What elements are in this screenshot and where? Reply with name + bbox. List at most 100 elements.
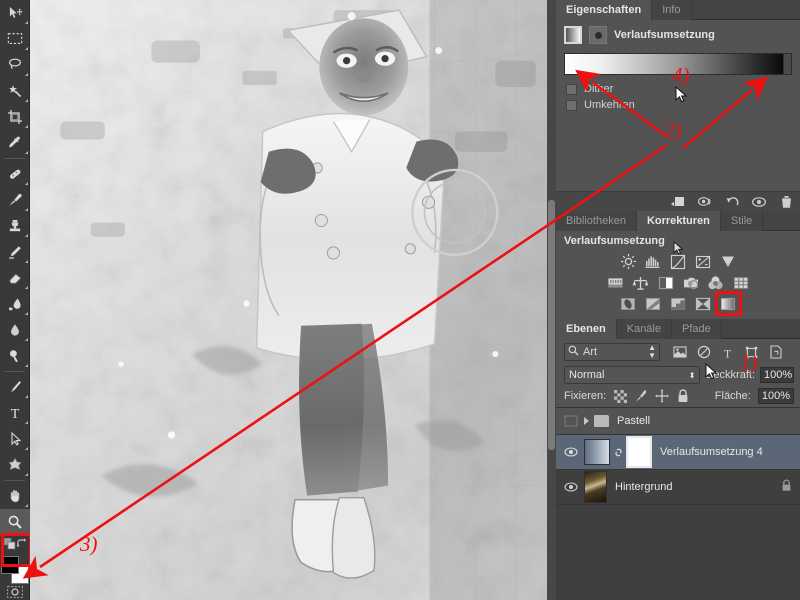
- exposure-icon[interactable]: [693, 252, 714, 271]
- umkehren-row[interactable]: Umkehren: [556, 97, 800, 113]
- layer-mask-thumbnail[interactable]: [626, 436, 652, 468]
- tool-more-corner: [25, 47, 28, 50]
- dither-row[interactable]: Dither: [556, 81, 800, 97]
- tab-eigenschaften[interactable]: Eigenschaften: [556, 0, 653, 20]
- pen-tool[interactable]: [0, 374, 30, 400]
- channel-mixer-icon[interactable]: [705, 273, 726, 292]
- photo-filter-icon[interactable]: [680, 273, 701, 292]
- threshold-icon[interactable]: [668, 294, 689, 313]
- blend-mode-row: Normal ⬍ Deckkraft: 100%: [556, 364, 800, 386]
- clone-stamp-tool[interactable]: [0, 213, 30, 239]
- invert-icon[interactable]: [618, 294, 639, 313]
- tab-pfade[interactable]: Pfade: [672, 319, 722, 339]
- lock-image-pixels-icon[interactable]: [634, 389, 648, 403]
- lock-transparency-icon[interactable]: [613, 389, 627, 403]
- move-tool[interactable]: [0, 0, 30, 26]
- pixel-layer-filter-icon[interactable]: [672, 345, 687, 360]
- adjustment-row-2: [556, 272, 800, 293]
- document-canvas[interactable]: [30, 0, 556, 600]
- preset-dropdown-icon[interactable]: [589, 26, 607, 44]
- adjustment-layer-filter-icon[interactable]: [696, 345, 711, 360]
- gradient-preview-bar[interactable]: [564, 53, 792, 75]
- dodge-tool[interactable]: [0, 343, 30, 369]
- toolbar-divider: [4, 480, 25, 481]
- brightness-contrast-icon[interactable]: [618, 252, 639, 271]
- magic-wand-tool[interactable]: [0, 78, 30, 104]
- layer-thumbnail[interactable]: [584, 471, 607, 503]
- foreground-background-color-swatches[interactable]: [1, 556, 29, 584]
- black-white-icon[interactable]: [655, 273, 676, 292]
- visibility-eye-icon[interactable]: [751, 194, 767, 210]
- tab-bibliotheken[interactable]: Bibliotheken: [556, 211, 637, 231]
- zoom-tool[interactable]: [0, 509, 30, 535]
- lock-all-icon[interactable]: [676, 389, 690, 403]
- tab-stile[interactable]: Stile: [720, 211, 764, 231]
- eraser-tool[interactable]: [0, 265, 30, 291]
- foreground-color-swatch[interactable]: [1, 556, 19, 574]
- color-balance-icon[interactable]: [630, 273, 651, 292]
- group-expand-triangle-icon[interactable]: [584, 417, 589, 425]
- shape-layer-filter-icon[interactable]: [744, 345, 759, 360]
- path-selection-tool[interactable]: [0, 426, 30, 452]
- svg-text:T: T: [11, 407, 20, 421]
- selective-color-icon[interactable]: [693, 294, 714, 313]
- posterize-icon[interactable]: [643, 294, 664, 313]
- toggle-previous-state-icon[interactable]: [697, 194, 713, 210]
- blend-mode-select[interactable]: Normal ⬍: [564, 366, 701, 384]
- lasso-tool[interactable]: [0, 52, 30, 78]
- shape-tool[interactable]: [0, 452, 30, 478]
- layer-filter-value: Art: [583, 346, 598, 358]
- layer-filter-type-select[interactable]: Art ▲ ▼: [564, 343, 660, 361]
- tab-info[interactable]: Info: [652, 0, 692, 20]
- umkehren-checkbox[interactable]: [566, 99, 577, 111]
- layers-tabbar: Ebenen Kanäle Pfade: [556, 319, 800, 339]
- right-panel-stack: Eigenschaften Info Verlaufsumsetzung Dit…: [556, 0, 800, 600]
- smart-object-filter-icon[interactable]: [768, 345, 783, 360]
- lock-position-icon[interactable]: [655, 389, 669, 403]
- curves-icon[interactable]: [668, 252, 689, 271]
- layer-row-verlaufsumsetzung-4[interactable]: Verlaufsumsetzung 4: [556, 435, 800, 470]
- history-brush-tool[interactable]: [0, 239, 30, 265]
- tool-more-corner: [25, 182, 28, 185]
- tool-more-corner: [25, 21, 28, 24]
- clip-to-layer-icon[interactable]: [670, 194, 686, 210]
- layer-row-pastell[interactable]: Pastell: [556, 408, 800, 435]
- layer-visibility-toggle[interactable]: [558, 446, 584, 458]
- marquee-tool[interactable]: [0, 26, 30, 52]
- color-lookup-icon[interactable]: [730, 273, 751, 292]
- eyedropper-tool[interactable]: [0, 130, 30, 156]
- gradient-tool[interactable]: [0, 291, 30, 317]
- fill-value[interactable]: 100%: [757, 388, 794, 404]
- tab-korrekturen[interactable]: Korrekturen: [636, 211, 721, 231]
- opacity-value[interactable]: 100%: [760, 367, 794, 383]
- delete-trash-icon[interactable]: [778, 194, 794, 210]
- levels-icon[interactable]: [643, 252, 664, 271]
- gradient-map-property-icon[interactable]: [564, 26, 582, 44]
- crop-tool[interactable]: [0, 104, 30, 130]
- dither-checkbox[interactable]: [566, 83, 577, 95]
- canvas-vertical-scrollbar[interactable]: [547, 0, 556, 600]
- hue-saturation-icon[interactable]: [605, 273, 626, 292]
- gradient-map-adjustment-icon[interactable]: [714, 291, 742, 316]
- tab-ebenen[interactable]: Ebenen: [556, 319, 617, 339]
- tool-more-corner: [25, 338, 28, 341]
- type-layer-filter-icon[interactable]: T: [720, 345, 735, 360]
- swap-colors-icon[interactable]: [16, 538, 28, 553]
- scrollbar-thumb[interactable]: [548, 200, 555, 450]
- mask-link-icon[interactable]: [610, 446, 626, 459]
- layer-row-hintergrund[interactable]: Hintergrund: [556, 470, 800, 505]
- gradient-picker-arrow[interactable]: [783, 53, 792, 75]
- brush-tool[interactable]: [0, 187, 30, 213]
- hand-tool[interactable]: [0, 483, 30, 509]
- layer-visibility-toggle[interactable]: [558, 415, 584, 427]
- tab-kanaele[interactable]: Kanäle: [616, 319, 672, 339]
- quick-mask-toggle[interactable]: [0, 584, 30, 600]
- healing-brush-tool[interactable]: [0, 161, 30, 187]
- type-tool[interactable]: T: [0, 400, 30, 426]
- reset-icon[interactable]: [724, 194, 740, 210]
- blur-tool[interactable]: [0, 317, 30, 343]
- vibrance-icon[interactable]: [718, 252, 739, 271]
- default-colors-icon[interactable]: [3, 537, 16, 553]
- layer-visibility-toggle[interactable]: [558, 481, 584, 493]
- layer-thumbnail[interactable]: [584, 439, 610, 465]
